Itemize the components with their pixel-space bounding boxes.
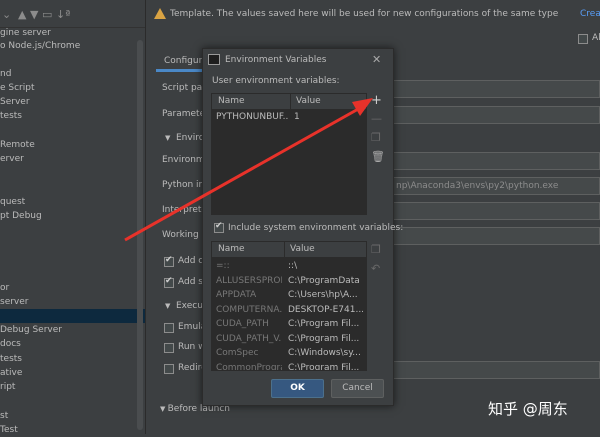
arrow-head (352, 98, 373, 116)
arrow-shaft (124, 106, 361, 242)
annotation-arrow (124, 98, 373, 242)
zhihu-watermark: 知乎 @周东 (488, 400, 568, 418)
